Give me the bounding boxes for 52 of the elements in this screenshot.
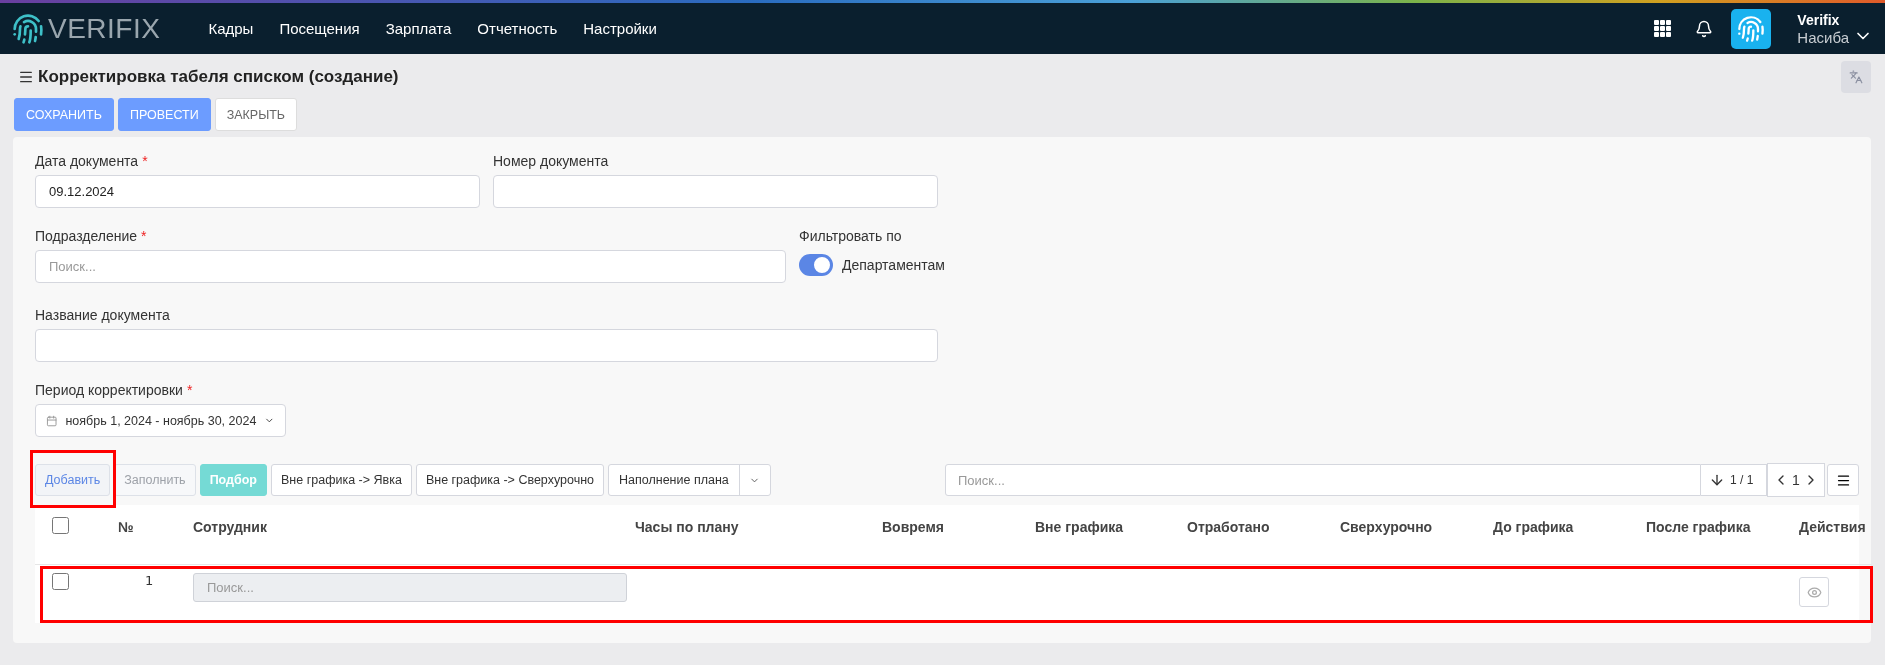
notification-bell-icon[interactable]	[1695, 19, 1714, 38]
column-header: Вовремя	[882, 505, 1035, 565]
input-field[interactable]: Поиск...	[35, 250, 786, 283]
column-header: Отработано	[1187, 505, 1340, 565]
nav-menu-item[interactable]: Настройки	[583, 20, 657, 37]
translate-icon	[1849, 70, 1863, 84]
field-label: Фильтровать по	[799, 228, 903, 244]
field-label: Подразделение *	[35, 228, 148, 244]
toolbar-button[interactable]: Вне графика -> Явка	[271, 464, 412, 496]
menu-icon[interactable]	[18, 69, 34, 85]
input-field[interactable]	[35, 329, 938, 362]
apps-grid-icon[interactable]	[1654, 20, 1672, 37]
column-header: Сотрудник	[193, 505, 635, 565]
nav-menu-item[interactable]: Посещения	[279, 20, 360, 37]
toolbar-button[interactable]: Вне графика -> Сверхурочно	[415, 464, 605, 496]
search-field[interactable]: Поиск...	[945, 464, 1701, 496]
sort-button[interactable]: 1 / 1	[1701, 464, 1767, 496]
column-menu-button[interactable]	[1827, 464, 1859, 496]
page-title: Корректировка табеля списком (создание)	[38, 67, 399, 87]
field-label: Дата документа *	[35, 153, 149, 169]
column-header: Сверхурочно	[1340, 505, 1493, 565]
date-range-picker[interactable]: ноябрь 1, 2024 - ноябрь 30, 2024	[35, 404, 286, 437]
logo-text: VERIFIX	[48, 12, 161, 45]
nav-menu-item[interactable]: Кадры	[208, 20, 254, 37]
checkbox[interactable]	[52, 573, 69, 590]
column-header: Действия	[1799, 505, 1872, 565]
menu-icon	[1835, 472, 1851, 488]
column-header: Часы по плану	[635, 505, 882, 565]
checkbox[interactable]	[52, 517, 69, 534]
input-field[interactable]: 09.12.2024	[35, 175, 480, 208]
user-subtitle: Насиба	[1797, 28, 1849, 47]
toggle-label: Департаментам	[842, 257, 945, 273]
field-label: Период корректировки *	[35, 382, 194, 398]
calendar-icon	[46, 413, 58, 428]
row-number: 1	[145, 573, 154, 588]
column-header: После графика	[1646, 505, 1799, 565]
user-avatar[interactable]	[1731, 8, 1772, 49]
column-header: До графика	[1493, 505, 1646, 565]
employee-search-field[interactable]: Поиск...	[193, 573, 627, 602]
column-header: №	[95, 505, 193, 565]
logo-icon	[12, 12, 44, 45]
eye-icon	[1806, 584, 1822, 600]
nav-menu-item[interactable]: Отчетность	[477, 20, 558, 37]
toggle-switch[interactable]	[799, 254, 833, 276]
field-label: Номер документа	[493, 153, 610, 169]
pagination-control[interactable]: 1	[1767, 463, 1825, 497]
input-field[interactable]	[493, 175, 938, 208]
user-name: Verifix	[1797, 10, 1841, 29]
nav-menu-item[interactable]: Зарплата	[385, 20, 452, 37]
field-label: Название документа	[35, 307, 171, 323]
column-header: Вне графика	[1035, 505, 1187, 565]
action-button[interactable]: ЗАКРЫТЬ	[214, 98, 298, 131]
